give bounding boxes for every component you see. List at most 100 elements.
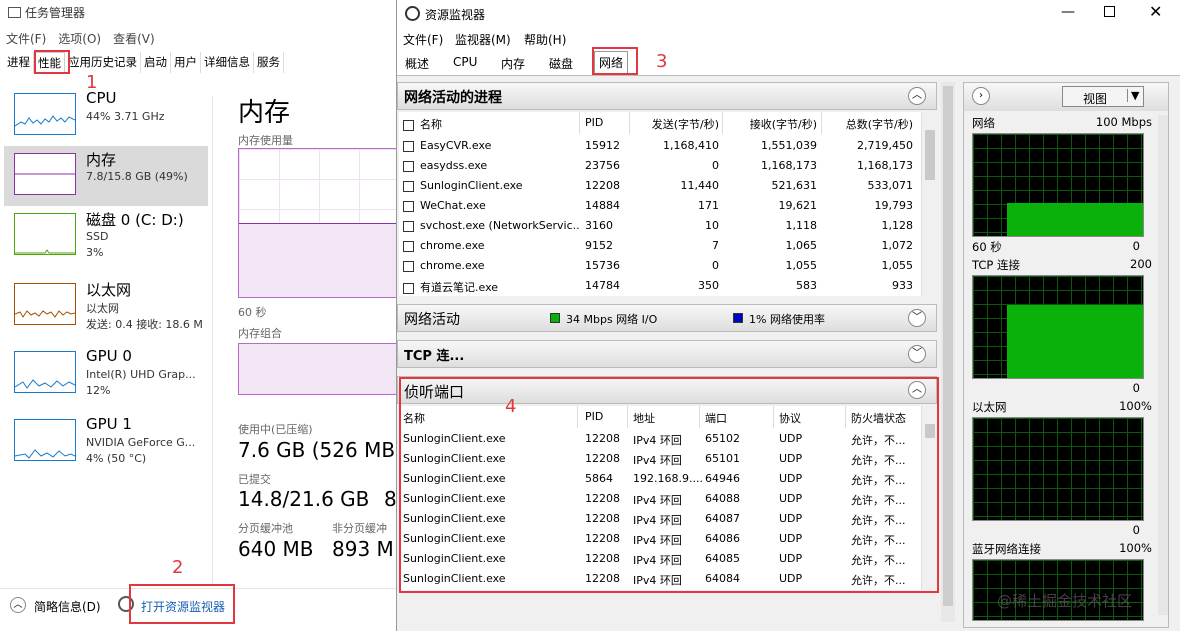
tab-memory[interactable]: 内存 <box>501 55 525 72</box>
tab-users[interactable]: 用户 <box>171 52 201 73</box>
main-scroll-thumb[interactable] <box>943 86 953 606</box>
checkbox[interactable] <box>403 240 414 252</box>
device-name: 以太网 <box>86 281 132 299</box>
device-gpu1[interactable]: GPU 1 NVIDIA GeForce G... 4% (50 °C) <box>4 412 208 472</box>
resmon-titlebar: 资源监视器 — ✕ <box>397 0 1180 30</box>
graph-label: 网络 <box>972 116 995 130</box>
graph-min: 0 <box>1132 381 1140 395</box>
row-total: 19,793 <box>874 199 914 212</box>
device-ethernet[interactable]: 以太网 以太网 发送: 0.4 接收: 18.6 M <box>4 276 208 336</box>
menu-view[interactable]: 查看(V) <box>113 30 155 47</box>
col-pid[interactable]: PID <box>585 116 603 129</box>
proc-panel-header[interactable]: 网络活动的进程 ︿ <box>397 82 937 110</box>
row-send: 7 <box>712 239 719 252</box>
col-divider <box>629 112 630 134</box>
checkbox[interactable] <box>403 160 414 172</box>
tab-processes[interactable]: 进程 <box>4 52 34 73</box>
annotation-box-2 <box>129 584 235 624</box>
row-name[interactable]: SunloginClient.exe <box>403 179 579 192</box>
net-activity-title: 网络活动 <box>404 312 460 328</box>
tab-cpu[interactable]: CPU <box>453 55 477 69</box>
graph-min: 0 <box>1132 239 1140 253</box>
memory-usage-fill <box>239 223 396 297</box>
collapse-icon[interactable]: ︿ <box>908 87 926 105</box>
row-name[interactable]: WeChat.exe <box>403 199 579 212</box>
checkbox[interactable] <box>403 282 414 294</box>
checkbox[interactable] <box>403 260 414 272</box>
tab-disk[interactable]: 磁盘 <box>549 55 573 72</box>
memory-usage-graph <box>238 148 396 298</box>
watermark: @稀土掘金技术社区 <box>997 592 1133 610</box>
table-row[interactable]: easydss.exe 23756 0 1,168,173 1,168,173 <box>399 157 919 177</box>
row-name[interactable]: svchost.exe (NetworkServic... <box>403 219 579 232</box>
graph-0 <box>972 133 1144 237</box>
device-gpu0[interactable]: GPU 0 Intel(R) UHD Grap... 12% <box>4 344 208 404</box>
scroll-thumb[interactable] <box>925 130 935 180</box>
tcp-panel-header[interactable]: TCP 连... ﹀ <box>397 340 937 368</box>
row-name[interactable]: easydss.exe <box>403 159 579 172</box>
table-row[interactable]: svchost.exe (NetworkServic... 3160 10 1,118… <box>399 217 919 237</box>
checkbox[interactable] <box>403 220 414 232</box>
row-name[interactable]: EasyCVR.exe <box>403 139 579 152</box>
view-dropdown[interactable]: 视图 ▼ <box>1062 86 1144 107</box>
checkbox[interactable] <box>403 180 414 192</box>
minimize-icon[interactable]: — <box>1061 4 1075 20</box>
col-receive[interactable]: 接收(字节/秒) <box>729 116 817 132</box>
device-stat: 7.8/15.8 GB (49%) <box>86 170 188 183</box>
table-row[interactable]: EasyCVR.exe 15912 1,168,410 1,551,039 2,719,… <box>399 137 919 157</box>
expand-icon[interactable]: ﹀ <box>908 309 926 327</box>
nonpaged-pool-label: 非分页缓冲 <box>332 522 387 535</box>
checkbox[interactable] <box>403 119 414 131</box>
table-row[interactable]: chrome.exe 15736 0 1,055 1,055 <box>399 257 919 277</box>
row-name[interactable]: chrome.exe <box>403 239 579 252</box>
summary-toggle[interactable]: 简略信息(D) <box>34 598 101 615</box>
checkbox[interactable] <box>403 140 414 152</box>
row-name[interactable]: chrome.exe <box>403 259 579 272</box>
annotation-box-4 <box>399 377 939 593</box>
tab-details[interactable]: 详细信息 <box>201 52 254 73</box>
tab-services[interactable]: 服务 <box>254 52 284 73</box>
graph-label: 以太网 <box>972 400 1007 414</box>
device-memory[interactable]: 内存 7.8/15.8 GB (49%) <box>4 146 208 206</box>
memory-composition-bar <box>238 343 396 395</box>
row-send: 350 <box>698 279 719 292</box>
table-row[interactable]: 有道云笔记.exe 14784 350 583 933 <box>399 277 919 297</box>
cpu-thumbnail <box>14 93 76 135</box>
main-scrollbar[interactable] <box>941 82 955 622</box>
tab-overview[interactable]: 概述 <box>405 55 429 72</box>
chevron-right-icon[interactable]: › <box>972 87 990 105</box>
graph-max: 100% <box>1119 399 1152 413</box>
proc-table: 名称 PID 发送(字节/秒) 接收(字节/秒) 总数(字节/秒) EasyCV… <box>399 112 937 296</box>
chevron-up-icon[interactable]: ︿ <box>10 597 26 613</box>
tab-app-history[interactable]: 应用历史记录 <box>65 52 141 73</box>
device-cpu[interactable]: CPU 44% 3.71 GHz <box>4 86 208 146</box>
proc-select-all[interactable]: 名称 <box>403 116 442 132</box>
net-activity-header[interactable]: 网络活动 34 Mbps 网络 I/O 1% 网络使用率 ﹀ <box>397 304 937 332</box>
row-name[interactable]: 有道云笔记.exe <box>403 279 579 295</box>
col-send[interactable]: 发送(字节/秒) <box>649 116 719 132</box>
annotation-number-3: 3 <box>656 51 668 72</box>
col-name[interactable]: 名称 <box>420 118 442 131</box>
expand-icon[interactable]: ﹀ <box>908 345 926 363</box>
table-row[interactable]: chrome.exe 9152 7 1,065 1,072 <box>399 237 919 257</box>
menu-help[interactable]: 帮助(H) <box>524 31 566 48</box>
maximize-icon[interactable] <box>1104 6 1115 17</box>
annotation-number-2: 2 <box>172 557 184 578</box>
col-total[interactable]: 总数(字节/秒) <box>827 116 913 132</box>
menu-options[interactable]: 选项(O) <box>58 30 101 47</box>
table-row[interactable]: WeChat.exe 14884 171 19,621 19,793 <box>399 197 919 217</box>
device-name: 磁盘 0 (C: D:) <box>86 211 184 229</box>
tab-startup[interactable]: 启动 <box>141 52 171 73</box>
graph-scrollbar[interactable] <box>1158 115 1168 615</box>
proc-scrollbar[interactable] <box>921 112 937 296</box>
proc-panel-title: 网络活动的进程 <box>404 90 502 106</box>
device-disk[interactable]: 磁盘 0 (C: D:) SSD 3% <box>4 206 208 266</box>
checkbox[interactable] <box>403 200 414 212</box>
menu-monitor[interactable]: 监视器(M) <box>455 31 511 48</box>
table-row[interactable]: SunloginClient.exe 12208 11,440 521,631 533,… <box>399 177 919 197</box>
device-stat: NVIDIA GeForce G... <box>86 436 196 449</box>
menu-file[interactable]: 文件(F) <box>403 31 443 48</box>
row-receive: 1,118 <box>785 219 818 232</box>
close-icon[interactable]: ✕ <box>1149 2 1162 21</box>
menu-file[interactable]: 文件(F) <box>6 30 46 47</box>
